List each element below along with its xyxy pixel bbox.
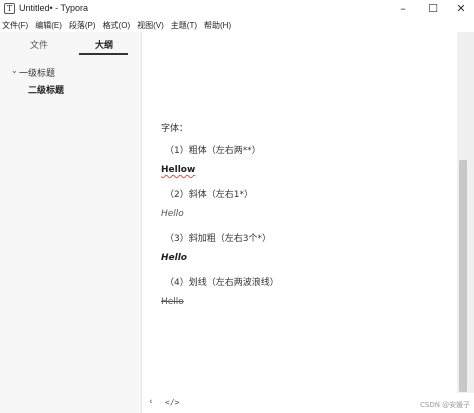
source-code-icon[interactable]: </> bbox=[165, 398, 179, 407]
paragraph-bold-italic-desc: （3）斜加粗（左右3个*） bbox=[165, 234, 271, 244]
title-bar: T Untitled• - Typora – ☐ ✕ bbox=[0, 0, 474, 18]
status-footer: ‹ </> CSDN @安媛子 bbox=[143, 395, 474, 413]
strikethrough-sample-text: Hello bbox=[161, 297, 184, 307]
menu-format[interactable]: 格式(O) bbox=[103, 20, 131, 31]
minimize-button[interactable]: – bbox=[388, 0, 418, 18]
typora-app-icon: T bbox=[4, 3, 15, 14]
menu-bar: 文件(F) 编辑(E) 段落(P) 格式(O) 视图(V) 主题(T) 帮助(H… bbox=[0, 18, 474, 32]
close-button[interactable]: ✕ bbox=[446, 0, 474, 18]
menu-paragraph[interactable]: 段落(P) bbox=[69, 20, 96, 31]
menu-theme[interactable]: 主题(T) bbox=[171, 20, 197, 31]
tab-outline[interactable]: 大纲 bbox=[95, 38, 113, 51]
menu-view[interactable]: 视图(V) bbox=[137, 20, 164, 31]
tab-files[interactable]: 文件 bbox=[30, 38, 48, 51]
paragraph-bold-desc: （1）粗体（左右两**） bbox=[165, 146, 261, 156]
paragraph-italic-desc: （2）斜体（左右1*） bbox=[165, 190, 253, 200]
menu-file[interactable]: 文件(F) bbox=[2, 20, 28, 31]
scrollbar-thumb[interactable] bbox=[459, 160, 467, 392]
window-title: Untitled• - Typora bbox=[19, 3, 89, 13]
menu-help[interactable]: 帮助(H) bbox=[204, 20, 231, 31]
italic-sample-text: Hello bbox=[161, 209, 184, 219]
watermark: CSDN @安媛子 bbox=[420, 401, 471, 409]
typora-window: T Untitled• - Typora – ☐ ✕ 文件(F) 编辑(E) 段… bbox=[0, 0, 474, 413]
paragraph-strikethrough-desc: （4）划线（左右两波浪线） bbox=[165, 278, 279, 288]
paragraph-font-heading: 字体： bbox=[161, 124, 189, 134]
chevron-down-icon[interactable]: ⌄ bbox=[11, 66, 18, 75]
sidebar: 文件 大纲 ⌄ 一级标题 二级标题 bbox=[0, 32, 142, 413]
maximize-button[interactable]: ☐ bbox=[418, 0, 448, 18]
bold-italic-sample-text: Hello bbox=[161, 253, 187, 263]
editor-pane[interactable]: 字体： （1）粗体（左右两**） Hellow （2）斜体（左右1*） Hell… bbox=[143, 32, 474, 413]
outline-item-h1[interactable]: 一级标题 bbox=[19, 66, 55, 79]
bold-sample-text: Hellow bbox=[161, 165, 196, 175]
active-tab-indicator bbox=[79, 53, 128, 55]
outline-item-h2[interactable]: 二级标题 bbox=[28, 83, 64, 96]
chevron-left-icon[interactable]: ‹ bbox=[149, 397, 153, 407]
menu-edit[interactable]: 编辑(E) bbox=[35, 20, 62, 31]
